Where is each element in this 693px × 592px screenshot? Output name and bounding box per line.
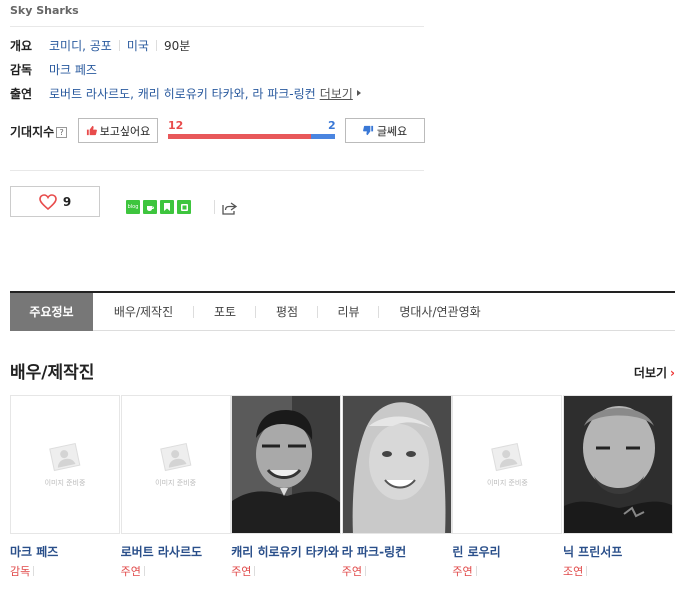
cast-photo[interactable] — [231, 395, 342, 534]
expectation-index: 기대지수? 보고싶어요 12 2 글쎄요 — [10, 118, 430, 143]
cast-more-link[interactable]: 더보기 — [320, 85, 353, 102]
cafe-icon[interactable] — [143, 200, 157, 214]
cast-name[interactable]: 린 로우리 — [452, 543, 560, 560]
no-image-placeholder: 이미지 준비중 — [11, 396, 119, 533]
portrait-woman-smiling — [342, 396, 451, 533]
tab-cast-crew[interactable]: 배우/제작진 — [93, 293, 194, 331]
cast-photo[interactable]: 이미지 준비중 — [452, 395, 563, 534]
divider — [10, 170, 424, 171]
no-image-placeholder: 이미지 준비중 — [453, 396, 561, 533]
band-icon[interactable] — [177, 200, 191, 214]
cast-role: 주연 — [342, 563, 453, 579]
separator — [33, 566, 35, 576]
cast-role: 조연 — [563, 563, 674, 579]
want-fill — [168, 134, 312, 139]
heart-icon — [39, 193, 57, 210]
cast-card[interactable]: 이미지 준비중 린 로우리 주연 — [452, 395, 563, 579]
cast-role: 감독 — [10, 563, 121, 579]
no-image-icon — [159, 442, 191, 471]
want-to-see-button[interactable]: 보고싶어요 — [78, 118, 158, 143]
chevron-right-icon: › — [670, 365, 675, 380]
cast-photo[interactable]: 이미지 준비중 — [120, 395, 231, 534]
portrait-man-laughing — [232, 396, 341, 533]
tab-photo[interactable]: 포토 — [194, 293, 256, 331]
director-row: 감독 마크 페즈 — [10, 61, 97, 77]
separator — [143, 566, 145, 576]
cast-name[interactable]: 닉 프린서프 — [563, 543, 671, 560]
like-button[interactable]: 9 — [10, 186, 100, 217]
country-link[interactable]: 미국 — [127, 37, 149, 54]
divider — [10, 26, 424, 27]
nah-count: 2 — [328, 119, 336, 132]
chevron-right-icon — [356, 90, 361, 96]
tab-review[interactable]: 리뷰 — [318, 293, 379, 331]
expectation-bar — [168, 134, 335, 139]
cast-photo[interactable] — [562, 395, 673, 534]
portrait-bald-man — [563, 396, 672, 533]
cast-card[interactable]: 이미지 준비중 로버트 라사르도 주연 — [120, 395, 232, 579]
not-sure-button[interactable]: 글쎄요 — [345, 118, 425, 143]
cast-name[interactable]: 로버트 라사르도 — [121, 543, 229, 560]
genre-link[interactable]: 코미디, 공포 — [49, 37, 112, 54]
thumbs-up-icon — [86, 125, 97, 136]
cast-card[interactable]: 라 파크-링컨 주연 — [341, 395, 453, 579]
tab-bar: 주요정보 배우/제작진 포토 평점 리뷰 명대사/연관영화 — [10, 291, 675, 331]
cast-name[interactable]: 마크 페즈 — [10, 543, 118, 560]
cast-role: 주연 — [452, 563, 563, 579]
cast-label: 출연 — [10, 86, 33, 101]
expectation-label: 기대지수? — [10, 123, 68, 140]
section-title: 배우/제작진 — [10, 363, 95, 383]
share-icons: blog — [126, 200, 191, 214]
separator — [475, 566, 477, 576]
cast-name[interactable]: 캐리 히로유키 타카와 — [231, 543, 339, 560]
cast-list-link[interactable]: 로버트 라사르도, 캐리 히로유키 타카와, 라 파크-링컨 — [49, 85, 316, 102]
no-image-icon — [491, 442, 523, 471]
separator — [118, 39, 120, 51]
director-label: 감독 — [10, 62, 33, 77]
cast-role: 주연 — [121, 563, 232, 579]
cast-photo[interactable]: 이미지 준비중 — [10, 395, 120, 534]
no-image-text: 이미지 준비중 — [44, 478, 86, 487]
separator — [586, 566, 588, 576]
cast-role: 주연 — [231, 563, 342, 579]
cast-row: 출연 로버트 라사르도, 캐리 히로유키 타카와, 라 파크-링컨 더보기 — [10, 85, 361, 101]
cast-name[interactable]: 라 파크-링컨 — [342, 543, 450, 560]
cast-card[interactable]: 캐리 히로유키 타카와 주연 — [231, 395, 342, 579]
overview-label: 개요 — [10, 38, 33, 53]
blog-icon[interactable]: blog — [126, 200, 140, 214]
overview-row: 개요 코미디, 공포 미국 90분 — [10, 37, 190, 53]
cast-card[interactable]: 닉 프린서프 조연 — [562, 395, 674, 579]
movie-english-title: Sky Sharks — [10, 4, 79, 17]
cast-list: 이미지 준비중 마크 페즈 감독 이미지 준비중 로버트 라사르도 주연 캐리 … — [10, 395, 674, 579]
separator — [214, 200, 215, 214]
want-count: 12 — [168, 119, 184, 132]
cast-card[interactable]: 이미지 준비중 마크 페즈 감독 — [10, 395, 121, 579]
separator — [365, 566, 367, 576]
no-image-text: 이미지 준비중 — [155, 478, 197, 487]
share-icon[interactable] — [221, 200, 238, 215]
tab-quotes-related[interactable]: 명대사/연관영화 — [379, 293, 501, 331]
separator — [155, 39, 157, 51]
like-count: 9 — [62, 194, 72, 209]
cast-photo[interactable] — [341, 395, 452, 534]
no-image-icon — [49, 442, 81, 471]
thumbs-down-icon — [362, 125, 373, 136]
section-more-link[interactable]: 더보기 › — [634, 364, 675, 381]
help-icon[interactable]: ? — [56, 127, 68, 138]
runtime: 90분 — [163, 38, 191, 53]
separator — [254, 566, 256, 576]
no-image-placeholder: 이미지 준비중 — [122, 396, 230, 533]
bookmark-icon[interactable] — [160, 200, 174, 214]
no-image-text: 이미지 준비중 — [486, 478, 528, 487]
tab-main-info[interactable]: 주요정보 — [10, 292, 93, 331]
tab-rating[interactable]: 평점 — [256, 293, 318, 331]
director-link[interactable]: 마크 페즈 — [49, 61, 97, 78]
